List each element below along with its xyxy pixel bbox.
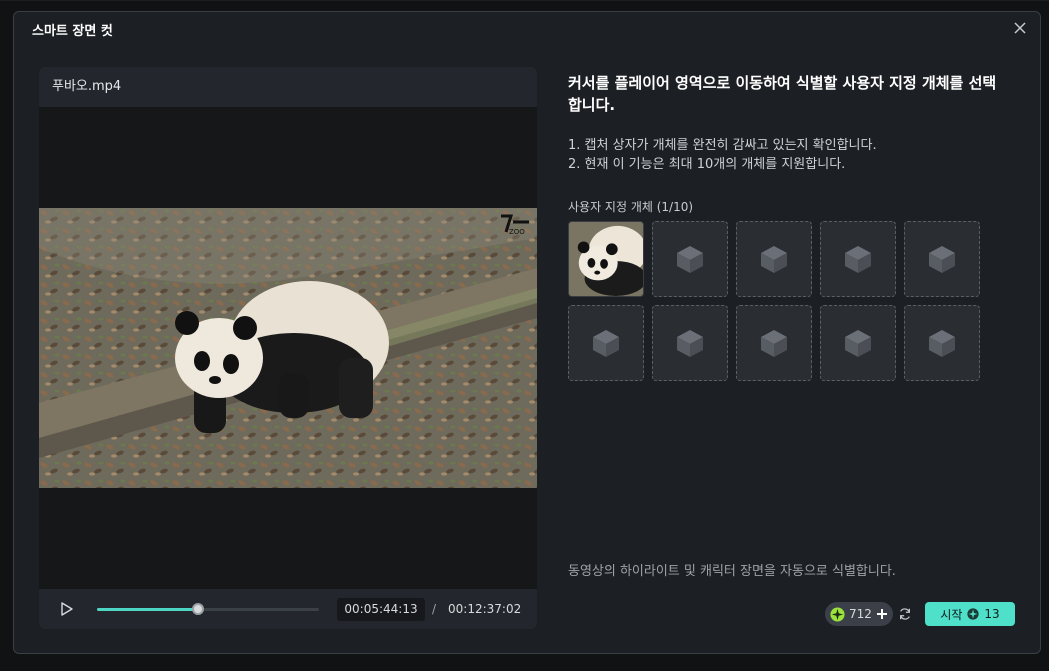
dialog-title: 스마트 장면 컷 (32, 24, 113, 39)
hint-1: 1. 캡처 상자가 개체를 완전히 감싸고 있는지 확인합니다. (568, 138, 877, 153)
object-slot-empty[interactable] (568, 305, 644, 381)
cube-icon (929, 246, 955, 273)
credits-badge[interactable]: 712 (825, 602, 893, 626)
close-icon[interactable] (1012, 20, 1028, 36)
object-slot-filled[interactable] (568, 221, 644, 297)
objects-label: 사용자 지정 개체 (1/10) (568, 200, 694, 214)
start-cost: 13 (984, 607, 1000, 621)
object-slot-empty[interactable] (736, 221, 812, 297)
progress-fill (97, 608, 198, 611)
video-frame[interactable]: ZOO (39, 208, 537, 488)
object-grid (568, 221, 988, 381)
feature-description: 동영상의 하이라이트 및 캐릭터 장면을 자동으로 식별합니다. (568, 564, 896, 579)
object-slot-empty[interactable] (736, 305, 812, 381)
object-thumbnail (569, 222, 643, 296)
cube-icon (929, 330, 955, 357)
plus-icon[interactable] (876, 608, 888, 620)
cube-icon (761, 246, 787, 273)
object-slot-empty[interactable] (904, 305, 980, 381)
play-icon[interactable] (59, 601, 75, 617)
hint-2: 2. 현재 이 기능은 최대 10개의 개체를 지원합니다. (568, 157, 846, 172)
cube-icon (677, 330, 703, 357)
cube-icon (677, 246, 703, 273)
video-filename: 푸바오.mp4 (39, 67, 537, 107)
credit-icon (967, 608, 980, 620)
cube-icon (845, 330, 871, 357)
progress-handle[interactable] (192, 603, 204, 615)
start-button[interactable]: 시작 13 (925, 602, 1015, 626)
refresh-icon[interactable] (898, 607, 912, 621)
object-slot-empty[interactable] (820, 221, 896, 297)
object-slot-empty[interactable] (652, 221, 728, 297)
object-slot-empty[interactable] (652, 305, 728, 381)
progress-track[interactable] (97, 603, 319, 615)
current-time: 00:05:44:13 (337, 598, 425, 621)
svg-text:ZOO: ZOO (509, 228, 525, 236)
instruction-heading: 커서를 플레이어 영역으로 이동하여 식별할 사용자 지정 개체를 선택합니다. (568, 74, 997, 114)
time-separator: / (432, 602, 437, 616)
cube-icon (593, 330, 619, 357)
object-slot-empty[interactable] (820, 305, 896, 381)
credit-icon (830, 606, 845, 622)
object-slot-empty[interactable] (904, 221, 980, 297)
cube-icon (845, 246, 871, 273)
smart-scene-cut-dialog: 스마트 장면 컷 푸바오.mp4 ZOO 00:05:44:13 / 00:12… (13, 11, 1041, 654)
start-label: 시작 (940, 607, 963, 622)
playback-controls: 00:05:44:13 / 00:12:37:02 (39, 589, 537, 629)
video-player[interactable]: 푸바오.mp4 ZOO 00:05:44:13 / 00:12:37:02 (39, 67, 537, 629)
cube-icon (761, 330, 787, 357)
credits-count: 712 (849, 607, 872, 621)
total-time: 00:12:37:02 (448, 602, 522, 616)
